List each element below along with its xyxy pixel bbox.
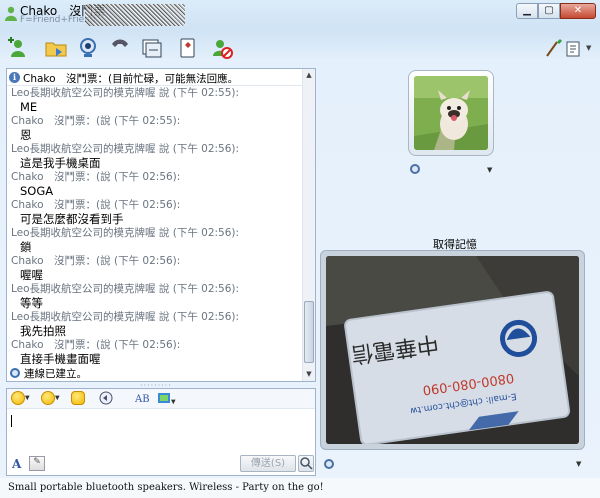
scroll-down-icon[interactable]: ▼ [303,368,315,381]
minimize-button[interactable]: ▁ [516,3,538,19]
close-button[interactable]: ✕ [560,3,596,19]
search-button[interactable] [298,455,314,472]
message-history[interactable]: Leo長期收航空公司的模克牌喔 說 (下午 02:55): ME Chako 沒鬥票… [7,86,303,364]
block-contact-icon[interactable] [210,36,234,60]
font-style-button[interactable]: AB [134,391,151,407]
background-icon [158,393,170,403]
message-sender-line: Chako 沒鬥票：(說 (下午 02:56): [11,199,181,211]
contact-avatar-frame[interactable] [408,70,494,156]
font-style-icon: AB [134,394,150,405]
title-bar[interactable]: Chako 沒鬥票 F=Friend+Friend ▁ ▢ ✕ [0,0,600,30]
message-text: 恩 [20,128,32,142]
message-text: 我先拍照 [20,324,66,338]
webcam-dropdown-icon[interactable]: ▼ [576,460,581,468]
messenger-window: Chako 沒鬥票 F=Friend+Friend ▁ ▢ ✕ ▼ i Chak… [0,0,600,498]
activities-icon[interactable] [140,36,164,60]
paint-brush-icon[interactable] [541,36,565,60]
voice-clip-icon [99,391,113,405]
message-sender-line: Chako 沒鬥票：(說 (下午 02:56): [11,339,181,351]
contact-status-strip: i Chako 沒鬥票：(目前忙碌，可能無法回應。 [7,69,303,86]
avatar-webcam-icon[interactable] [410,164,420,174]
emoticon-button[interactable]: ▼ [11,391,30,407]
svg-text:AB: AB [135,394,150,405]
toolbar: ▼ [0,34,600,62]
voice-clip-button[interactable] [99,391,113,407]
message-text: 這是我手機桌面 [20,156,101,170]
compose-bottom-bar: A ✎ 傳送(S) [7,453,315,475]
format-toolbar: ▼ ▼ AB ▼ [7,389,315,409]
font-button[interactable]: A [12,457,21,471]
redacted-scribble [85,4,185,26]
message-sender-line: Leo長期收航空公司的模克牌喔 說 (下午 02:56): [11,283,240,295]
message-sender-line: Leo長期收航空公司的模克牌喔 說 (下午 02:56): [11,227,240,239]
message-sender-line: Leo長期收航空公司的模克牌喔 說 (下午 02:56): [11,311,240,323]
webcam-frame: 中華電信 0800-080-090 E-mail: cht@cht.com.tw [320,250,585,450]
message-text: 等等 [20,296,43,310]
history-scrollbar[interactable]: ▲ ▼ [302,69,315,381]
wink-icon [41,391,55,405]
messenger-buddy-icon [5,6,17,21]
send-button[interactable]: 傳送(S) [240,455,296,472]
contact-status-text: Chako 沒鬥票：(目前忙碌，可能無法回應。 [23,73,239,85]
connection-status: 連線已建立。 [7,365,303,381]
maximize-button[interactable]: ▢ [538,3,560,19]
call-icon[interactable] [108,36,132,60]
handwriting-button[interactable]: ✎ [29,456,45,471]
send-file-icon[interactable] [44,36,68,60]
smiley-icon [11,391,25,405]
webcam-icon[interactable] [76,36,100,60]
message-text: SOGA [20,184,54,198]
wink-button[interactable]: ▼ [41,391,60,407]
search-icon [300,457,313,470]
games-icon[interactable] [176,36,200,60]
invite-contact-icon[interactable] [6,36,30,60]
menu-icon[interactable] [563,36,587,60]
message-text: 鎖 [20,240,32,254]
connection-text: 連線已建立。 [24,368,87,380]
info-icon: i [9,72,20,83]
message-text: 喔喔 [20,268,43,282]
message-sender-line: Chako 沒鬥票：(說 (下午 02:56): [11,171,181,183]
message-sender-line: Chako 沒鬥票：(說 (下午 02:56): [11,255,181,267]
contact-avatar [414,76,488,150]
message-text: 直接手機畫面喔 [20,352,101,364]
webcam-video[interactable]: 中華電信 0800-080-090 E-mail: cht@cht.com.tw [326,256,579,444]
compose-panel: ▼ ▼ AB ▼ A ✎ 傳送(S) [6,388,316,476]
menu-dropdown-icon[interactable]: ▼ [586,44,591,52]
message-input[interactable] [9,411,311,451]
conversation-panel: i Chako 沒鬥票：(目前忙碌，可能無法回應。 Leo長期收航空公司的模克牌… [6,68,316,382]
nudge-icon [71,391,85,405]
advertisement-text[interactable]: Small portable bluetooth speakers. Wirel… [8,482,324,493]
avatar-dropdown-icon[interactable]: ▼ [487,166,492,174]
message-sender-line: Chako 沒鬥票：(說 (下午 02:55): [11,115,181,127]
text-caret [11,415,12,427]
background-button[interactable]: ▼ [157,391,176,407]
nudge-button[interactable] [71,391,85,407]
connection-icon [10,368,20,378]
scroll-up-icon[interactable]: ▲ [303,69,315,82]
message-text: ME [20,100,38,114]
message-sender-line: Leo長期收航空公司的模克牌喔 說 (下午 02:56): [11,143,240,155]
message-text: 可是怎麼都沒看到手 [20,212,124,226]
scroll-thumb[interactable] [304,301,314,363]
advertisement-bar[interactable]: Small portable bluetooth speakers. Wirel… [0,478,600,498]
webcam-source-icon[interactable] [324,459,334,469]
message-sender-line: Leo長期收航空公司的模克牌喔 說 (下午 02:55): [11,87,240,99]
